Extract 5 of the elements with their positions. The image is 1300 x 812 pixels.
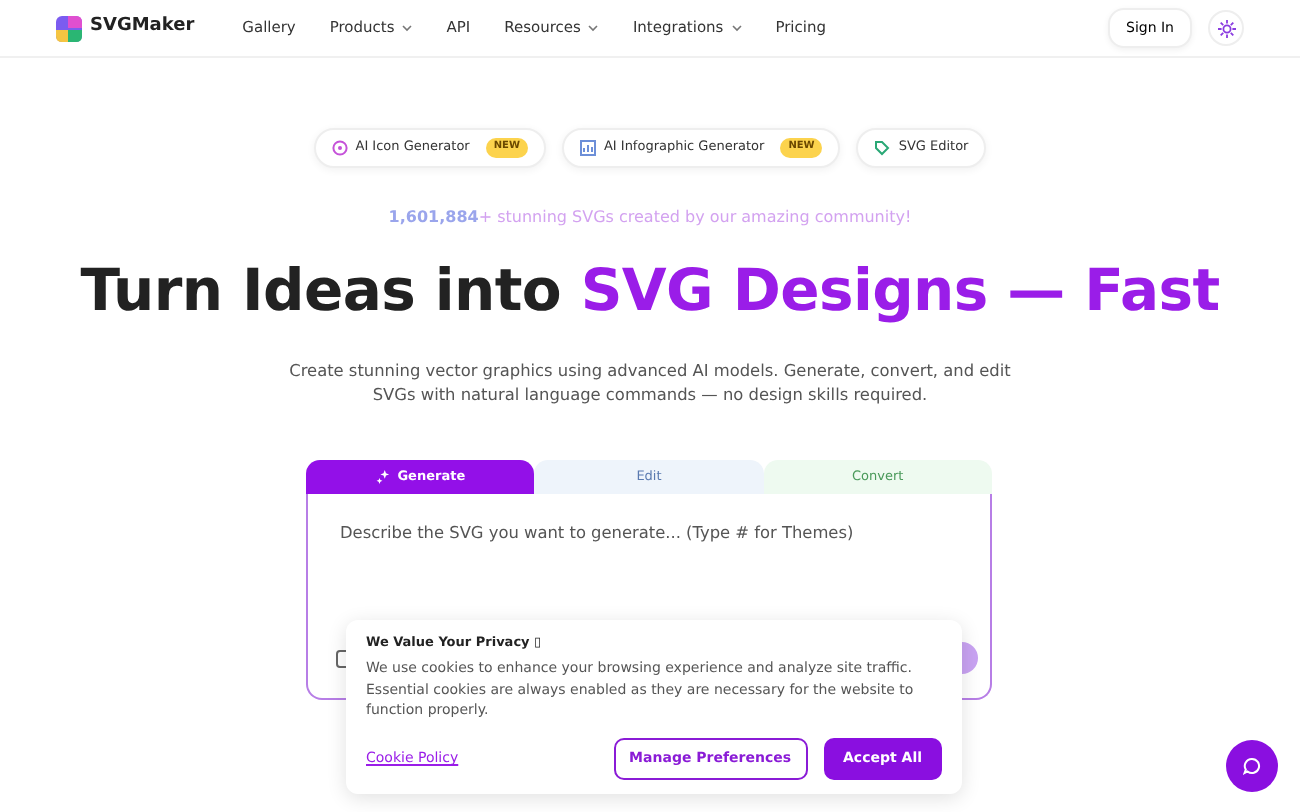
- description: Create stunning vector graphics using advanced AI models. Generate, convert, and edit SVGs with natural language commands — no design skills required.: [287, 357, 1013, 409]
- community-counter: 1,601,884+ stunning SVGs created by our amazing community!: [386, 205, 914, 230]
- prompt-field[interactable]: Describe the SVG you want to generate... (Type # for Themes): [336, 518, 978, 547]
- brand-name[interactable]: SVGMaker: [90, 14, 195, 42]
- headline: Turn Ideas into SVG Designs — Fast: [80, 261, 1220, 320]
